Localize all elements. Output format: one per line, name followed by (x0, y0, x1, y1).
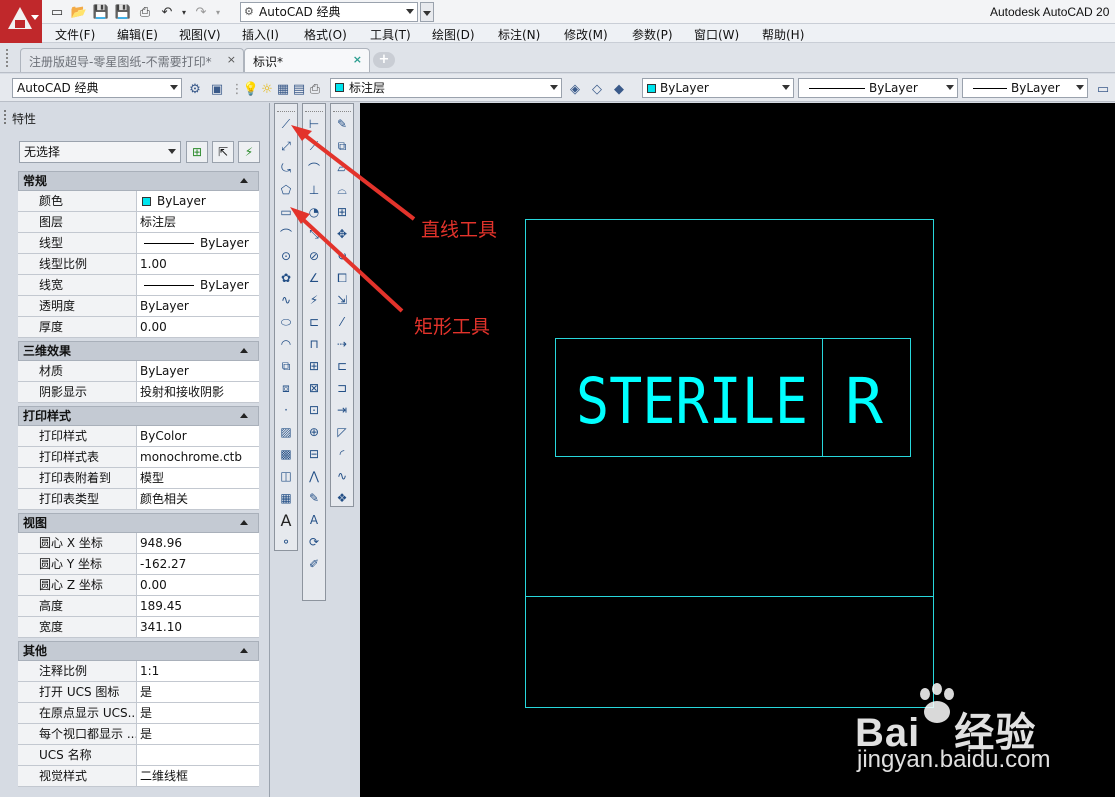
rect-tool-arrow (295, 212, 404, 313)
line-tool-arrow (296, 128, 416, 221)
annotation-layer (290, 125, 416, 313)
baidu-watermark: Bai 经验 jingyan.baidu.com (855, 680, 1115, 797)
rect-tool-label: 矩形工具 (414, 316, 491, 338)
line-tool-label: 直线工具 (421, 219, 498, 241)
watermark-url: jingyan.baidu.com (857, 746, 1051, 773)
